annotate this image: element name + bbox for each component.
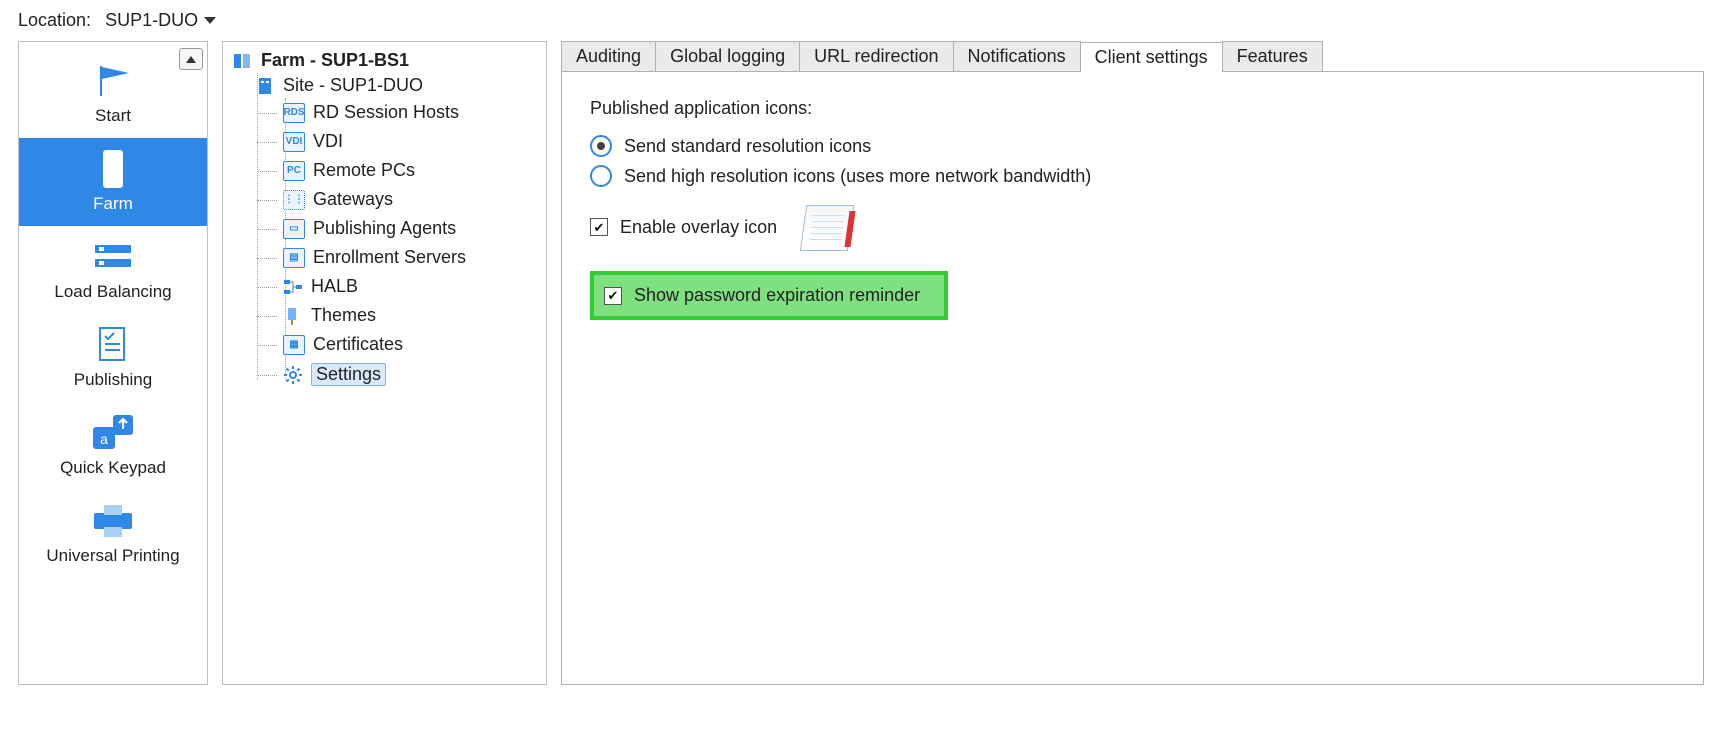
tab-auditing[interactable]: Auditing [561, 41, 656, 71]
tab-client-settings[interactable]: Client settings [1080, 42, 1223, 72]
tree-enrollment-servers[interactable]: ▤ Enrollment Servers [281, 243, 540, 272]
gateways-icon: ⋮⋮ [283, 190, 305, 210]
radio-label: Send high resolution icons (uses more ne… [624, 166, 1091, 187]
tree-item-label: Certificates [313, 334, 403, 355]
tree-item-label: HALB [311, 276, 358, 297]
tree-certificates[interactable]: ▦ Certificates [281, 330, 540, 359]
nav-label: Quick Keypad [60, 458, 166, 478]
tree-item-label: Publishing Agents [313, 218, 456, 239]
tree-publishing-agents[interactable]: ▭ Publishing Agents [281, 214, 540, 243]
halb-icon [283, 278, 303, 296]
pc-icon: PC [283, 161, 305, 181]
tree-settings[interactable]: Settings [281, 359, 540, 390]
publishing-icon [96, 326, 130, 364]
published-icons-title: Published application icons: [590, 98, 1675, 119]
tab-global-logging[interactable]: Global logging [655, 41, 800, 71]
nav-label: Farm [93, 194, 133, 214]
tab-bar: Auditing Global logging URL redirection … [561, 41, 1704, 72]
tree-themes[interactable]: Themes [281, 301, 540, 330]
tree-item-label: RD Session Hosts [313, 102, 459, 123]
tree-gateways[interactable]: ⋮⋮ Gateways [281, 185, 540, 214]
load-balancing-icon [91, 238, 135, 276]
nav-item-farm[interactable]: Farm [19, 138, 207, 226]
tree-item-label: Settings [311, 363, 386, 386]
certificates-icon: ▦ [283, 335, 305, 355]
checkbox-label: Enable overlay icon [620, 217, 777, 238]
tree-item-label: VDI [313, 131, 343, 152]
tab-url-redirection[interactable]: URL redirection [799, 41, 953, 71]
enrollment-servers-icon: ▤ [283, 248, 305, 268]
tree-item-label: Themes [311, 305, 376, 326]
printer-icon [90, 502, 136, 540]
nav-label: Publishing [74, 370, 152, 390]
chevron-down-icon [204, 17, 216, 24]
quick-keypad-icon: a [89, 414, 137, 452]
themes-icon [283, 307, 303, 325]
checkbox-icon [590, 218, 608, 236]
tree-halb[interactable]: HALB [281, 272, 540, 301]
location-label: Location: [18, 10, 91, 31]
tree-item-label: Enrollment Servers [313, 247, 466, 268]
vdi-icon: VDI [283, 132, 305, 152]
location-dropdown[interactable]: SUP1-DUO [105, 10, 216, 31]
svg-text:a: a [100, 431, 108, 447]
radio-icon [590, 165, 612, 187]
tree-root[interactable]: Farm - SUP1-BS1 [229, 48, 540, 73]
radio-icon [590, 135, 612, 157]
tab-features[interactable]: Features [1222, 41, 1323, 71]
nav-label: Universal Printing [46, 546, 179, 566]
server-icon [98, 150, 128, 188]
nav-item-load-balancing[interactable]: Load Balancing [19, 226, 207, 314]
flag-icon [93, 62, 133, 100]
tree-remote-pcs[interactable]: PC Remote PCs [281, 156, 540, 185]
site-icon [255, 77, 275, 95]
checkbox-show-password-expiration[interactable]: Show password expiration reminder [604, 285, 920, 306]
tab-notifications[interactable]: Notifications [953, 41, 1081, 71]
nav-label: Start [95, 106, 131, 126]
checkbox-icon [604, 287, 622, 305]
tab-body-client-settings: Published application icons: Send standa… [561, 72, 1704, 685]
checkbox-label: Show password expiration reminder [634, 285, 920, 306]
nav-item-publishing[interactable]: Publishing [19, 314, 207, 402]
radio-standard-resolution[interactable]: Send standard resolution icons [590, 135, 1675, 157]
tree-item-label: Gateways [313, 189, 393, 210]
left-nav: Start Farm Load Balancing Publishing a Q… [18, 41, 208, 685]
gear-icon [283, 366, 303, 384]
checkbox-enable-overlay-icon[interactable]: Enable overlay icon [590, 217, 777, 238]
tree-root-label: Farm - SUP1-BS1 [261, 50, 409, 71]
publishing-agents-icon: ▭ [283, 219, 305, 239]
rds-icon: RDS [283, 103, 305, 123]
tree-site[interactable]: Site - SUP1-DUO [253, 73, 540, 98]
tree-pane: Farm - SUP1-BS1 Site - SUP1-DUO RDS RD Se… [222, 41, 547, 685]
overlay-preview-icon [801, 201, 857, 253]
nav-scroll-up-button[interactable] [179, 48, 203, 70]
radio-high-resolution[interactable]: Send high resolution icons (uses more ne… [590, 165, 1675, 187]
content-pane: Auditing Global logging URL redirection … [561, 41, 1704, 685]
nav-label: Load Balancing [54, 282, 171, 302]
nav-item-universal-printing[interactable]: Universal Printing [19, 490, 207, 578]
tree-item-label: Remote PCs [313, 160, 415, 181]
farm-icon [231, 51, 253, 71]
nav-item-quick-keypad[interactable]: a Quick Keypad [19, 402, 207, 490]
tree-site-label: Site - SUP1-DUO [283, 75, 423, 96]
location-value-text: SUP1-DUO [105, 10, 198, 31]
radio-label: Send standard resolution icons [624, 136, 871, 157]
tree-vdi[interactable]: VDI VDI [281, 127, 540, 156]
highlighted-option: Show password expiration reminder [590, 271, 948, 320]
arrow-up-icon [186, 56, 196, 63]
tree-rd-session-hosts[interactable]: RDS RD Session Hosts [281, 98, 540, 127]
